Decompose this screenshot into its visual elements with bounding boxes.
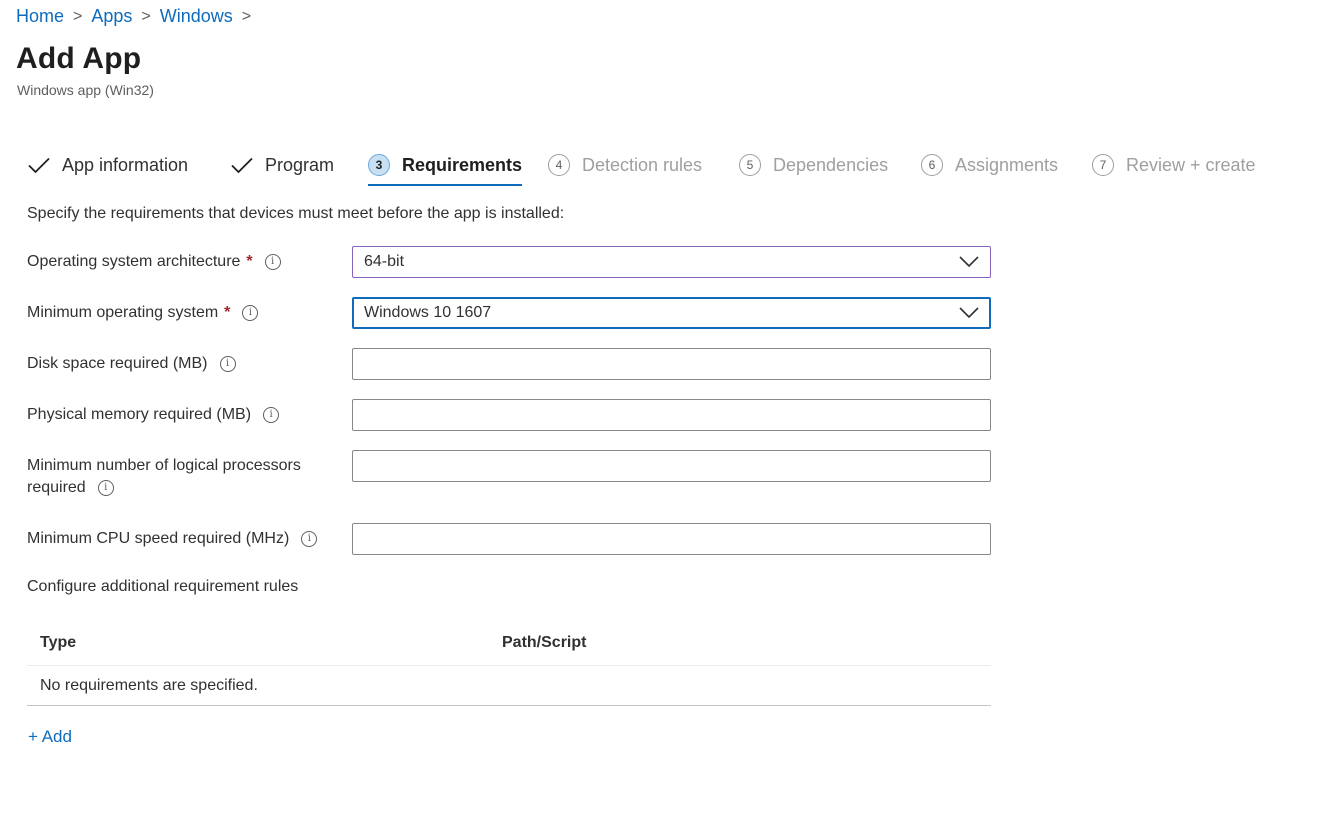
chevron-down-icon	[959, 303, 979, 323]
requirement-rules-title: Configure additional requirement rules	[27, 578, 299, 595]
step-number-badge: 5	[739, 154, 761, 176]
add-requirement-link[interactable]: + Add	[28, 727, 72, 747]
logical-processors-label: Minimum number of logical processors req…	[27, 455, 337, 499]
step-number-badge: 7	[1092, 154, 1114, 176]
step-requirements[interactable]: 3 Requirements	[368, 146, 523, 186]
breadcrumb-separator: >	[73, 7, 83, 25]
step-number-badge: 3	[368, 154, 390, 176]
min-os-value: Windows 10 1607	[364, 304, 492, 321]
column-header-path-script: Path/Script	[502, 634, 587, 651]
cpu-speed-label-text: Minimum CPU speed required (MHz)	[27, 530, 290, 547]
table-header: Type Path/Script	[27, 624, 991, 666]
cpu-speed-input-wrapper	[352, 523, 991, 555]
disk-space-label: Disk space required (MB) i	[27, 353, 337, 375]
step-label: App information	[62, 154, 189, 175]
logical-processors-input[interactable]	[353, 451, 990, 481]
cpu-speed-label: Minimum CPU speed required (MHz) i	[27, 528, 337, 550]
step-label: Assignments	[955, 154, 1059, 175]
step-dependencies[interactable]: 5 Dependencies	[739, 146, 888, 184]
required-asterisk: *	[224, 304, 231, 321]
step-number-badge: 6	[921, 154, 943, 176]
min-os-label: Minimum operating system * i	[27, 302, 337, 324]
os-architecture-label-text: Operating system architecture	[27, 253, 241, 270]
step-program[interactable]: Program	[230, 146, 334, 184]
step-review-create[interactable]: 7 Review + create	[1092, 146, 1256, 184]
min-os-label-text: Minimum operating system	[27, 304, 219, 321]
step-app-information[interactable]: App information	[27, 146, 188, 184]
logical-processors-label-line1: Minimum number of logical processors	[27, 457, 301, 474]
info-icon[interactable]: i	[263, 407, 280, 423]
breadcrumb-windows-link[interactable]: Windows	[160, 6, 233, 27]
step-label: Detection rules	[582, 154, 703, 175]
logical-processors-input-wrapper	[352, 450, 991, 482]
chevron-down-icon	[959, 252, 979, 272]
breadcrumb: Home > Apps > Windows >	[16, 6, 260, 27]
min-os-select[interactable]: Windows 10 1607	[352, 297, 991, 329]
step-label: Requirements	[402, 154, 523, 175]
info-icon[interactable]: i	[97, 480, 114, 496]
physical-memory-input-wrapper	[352, 399, 991, 431]
info-icon[interactable]: i	[301, 531, 318, 547]
info-icon[interactable]: i	[219, 356, 236, 372]
empty-message: No requirements are specified.	[40, 676, 258, 694]
breadcrumb-apps-link[interactable]: Apps	[91, 6, 132, 27]
table-row: No requirements are specified.	[27, 666, 991, 706]
step-number-badge: 4	[548, 154, 570, 176]
step-label: Review + create	[1126, 154, 1256, 175]
physical-memory-input[interactable]	[353, 400, 990, 430]
physical-memory-label-text: Physical memory required (MB)	[27, 406, 252, 423]
breadcrumb-separator: >	[141, 7, 151, 25]
step-detection-rules[interactable]: 4 Detection rules	[548, 146, 702, 184]
checkmark-icon	[27, 153, 51, 177]
os-architecture-label: Operating system architecture * i	[27, 251, 337, 273]
requirements-intro: Specify the requirements that devices mu…	[27, 205, 565, 222]
step-label: Program	[265, 154, 335, 175]
requirement-rules-table: Type Path/Script No requirements are spe…	[27, 624, 991, 706]
cpu-speed-input[interactable]	[353, 524, 990, 554]
info-icon[interactable]: i	[242, 305, 259, 321]
os-architecture-value: 64-bit	[364, 253, 405, 270]
os-architecture-select[interactable]: 64-bit	[352, 246, 991, 278]
step-assignments[interactable]: 6 Assignments	[921, 146, 1058, 184]
disk-space-input-wrapper	[352, 348, 991, 380]
info-icon[interactable]: i	[264, 254, 281, 270]
page-subtitle: Windows app (Win32)	[17, 82, 154, 98]
step-label: Dependencies	[773, 154, 889, 175]
disk-space-input[interactable]	[353, 349, 990, 379]
column-header-type: Type	[40, 634, 77, 651]
required-asterisk: *	[246, 253, 253, 270]
physical-memory-label: Physical memory required (MB) i	[27, 404, 337, 426]
page-title: Add App	[16, 42, 142, 75]
breadcrumb-separator: >	[241, 7, 252, 25]
checkmark-icon	[230, 153, 254, 177]
breadcrumb-home-link[interactable]: Home	[16, 6, 64, 27]
logical-processors-label-line2: required	[27, 479, 86, 496]
disk-space-label-text: Disk space required (MB)	[27, 355, 208, 372]
